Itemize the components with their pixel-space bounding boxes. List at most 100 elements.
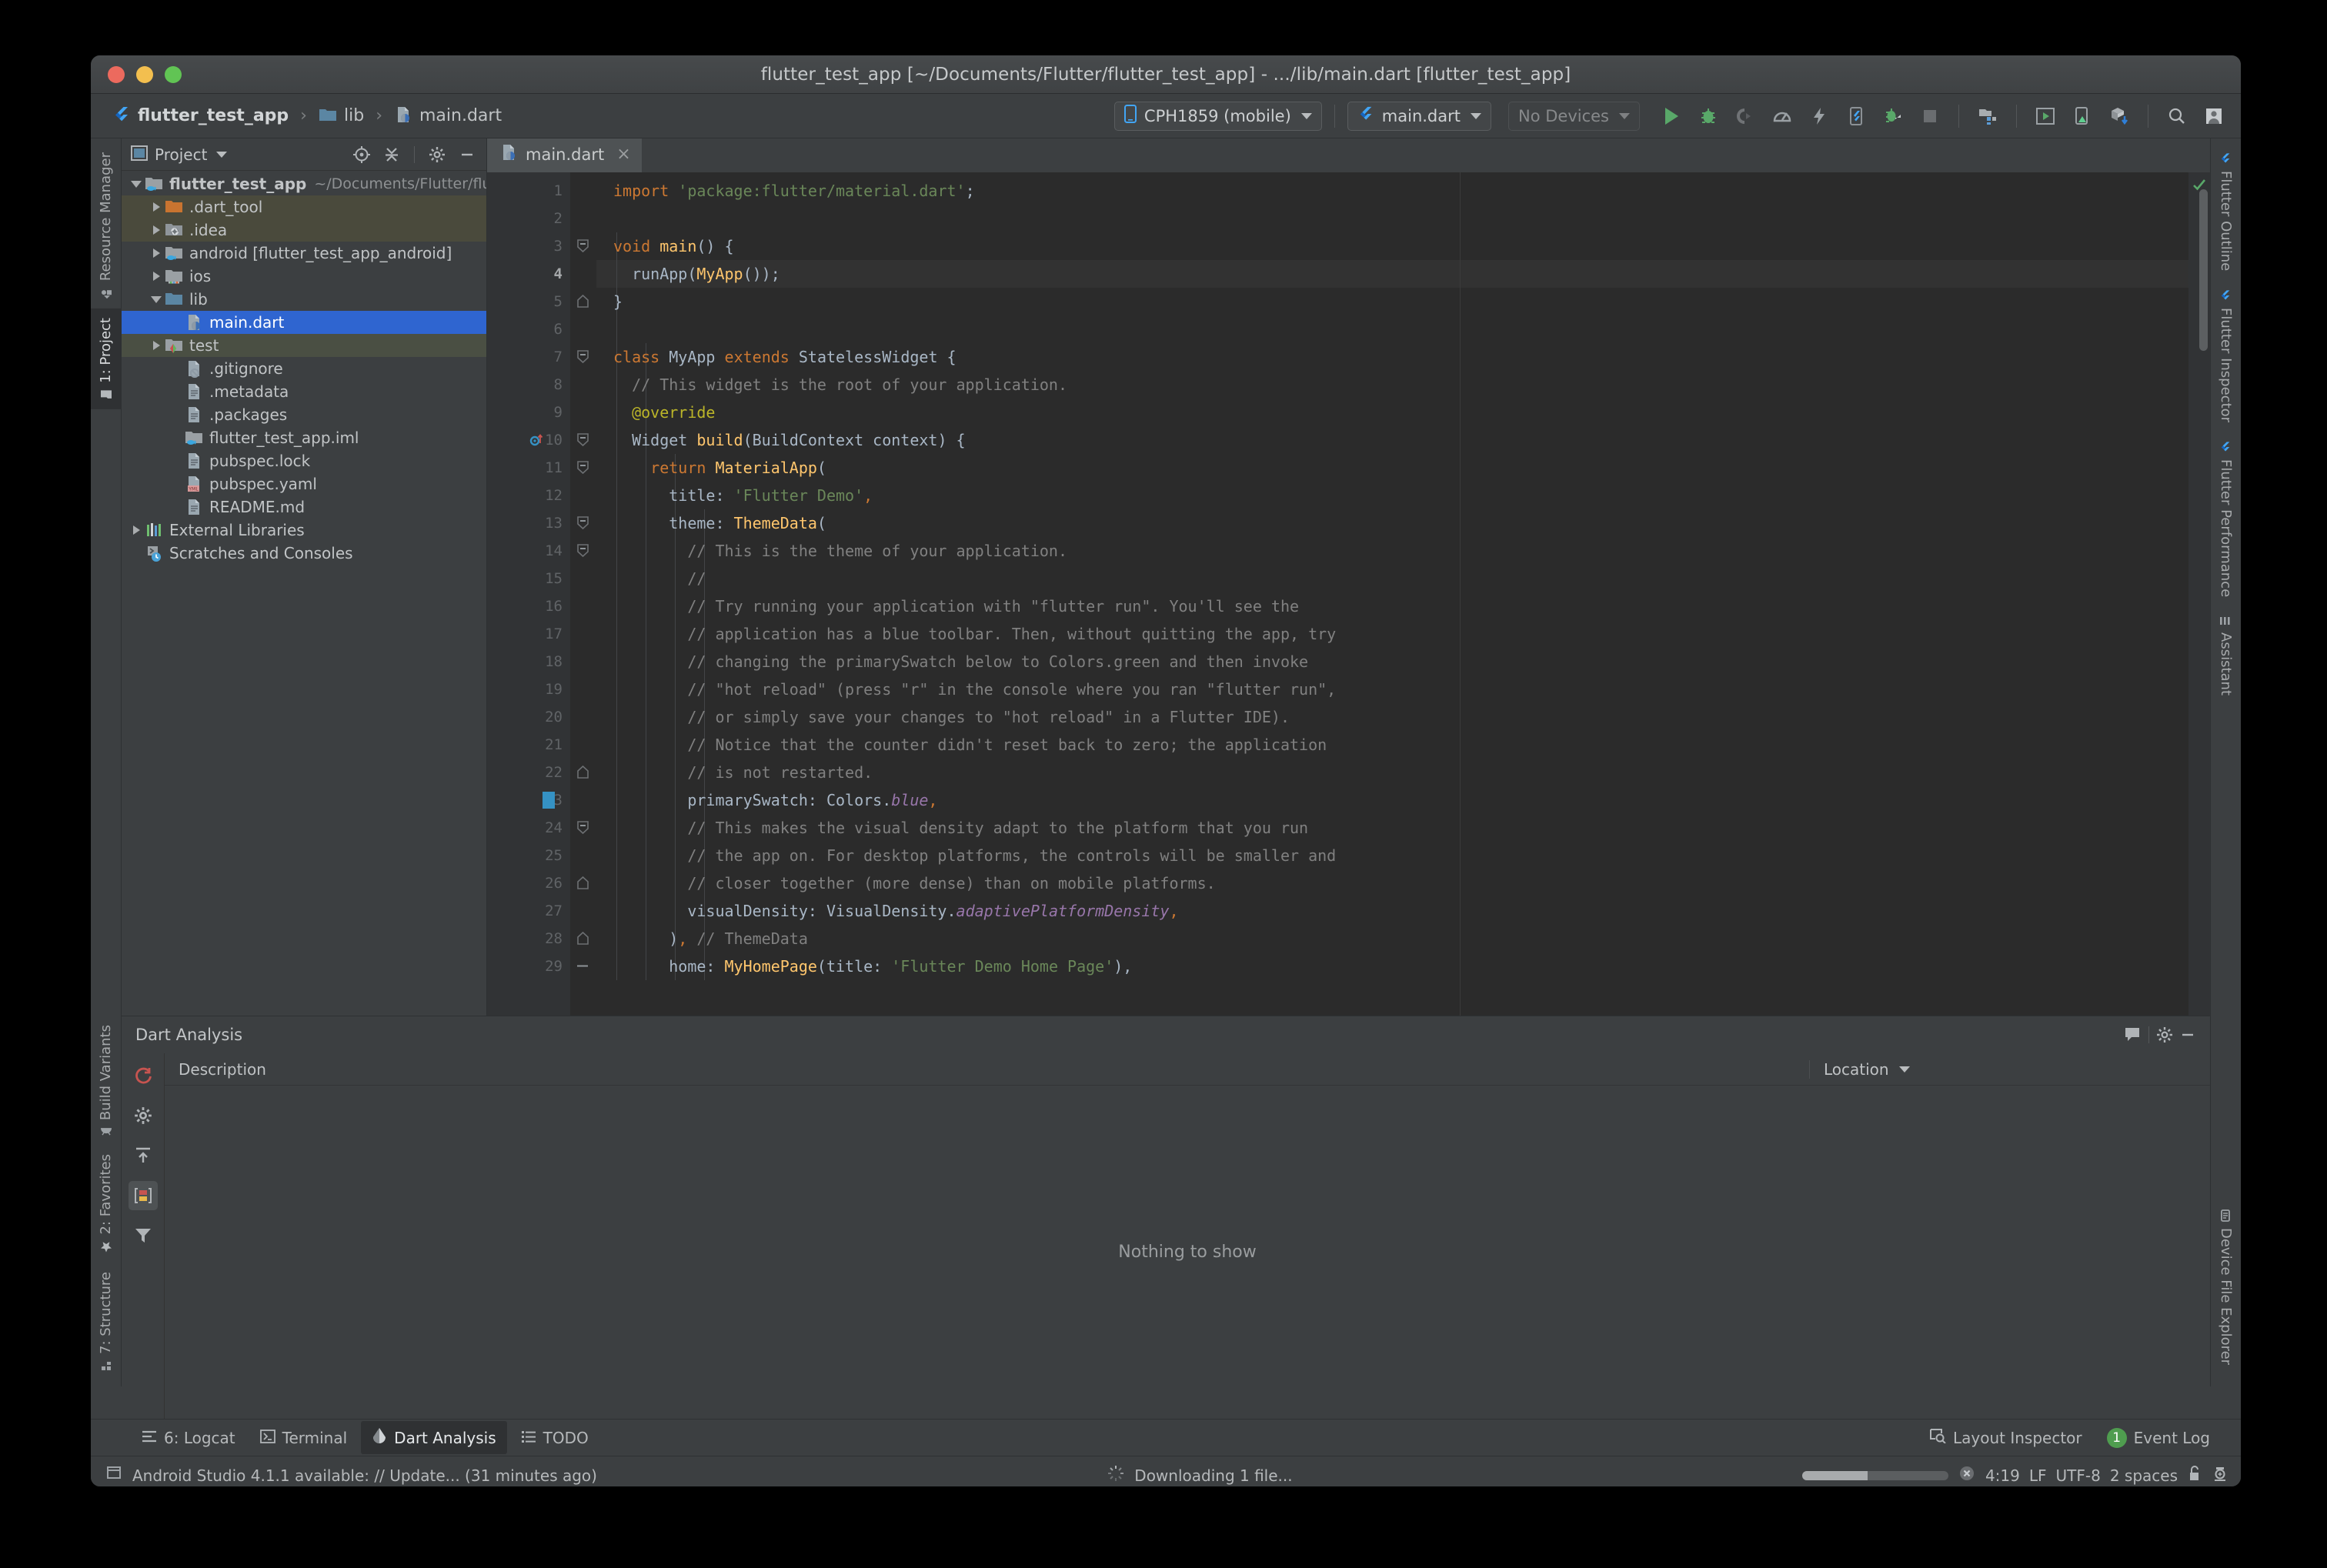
comment-icon[interactable]	[2122, 1023, 2145, 1046]
chevron-down-icon[interactable]	[148, 295, 165, 303]
collapse-all-icon[interactable]	[380, 143, 403, 166]
cancel-progress-icon[interactable]	[1958, 1464, 1976, 1486]
chevron-right-icon[interactable]	[128, 525, 145, 535]
sidebar-item-project[interactable]: 1: Project	[91, 309, 121, 409]
tree-item-pubspec-lock[interactable]: pubspec.lock	[122, 449, 486, 472]
column-header-location[interactable]: Location	[1810, 1060, 2210, 1079]
tool-tab-todo[interactable]: TODO	[510, 1423, 599, 1453]
chevron-right-icon[interactable]	[148, 202, 165, 212]
fold-collapse-icon[interactable]	[576, 239, 589, 253]
fold-collapse-icon[interactable]	[576, 516, 589, 530]
lock-icon[interactable]	[2187, 1464, 2202, 1486]
search-everywhere-button[interactable]	[2161, 100, 2193, 132]
modified-line-marker[interactable]	[543, 792, 555, 809]
device-selector[interactable]: CPH1859 (mobile)	[1113, 101, 1322, 131]
sidebar-item-flutter-outline[interactable]: Flutter Outline	[2212, 143, 2239, 280]
debug-button[interactable]	[1692, 100, 1724, 132]
sidebar-item-resource-manager[interactable]: Resource Manager	[91, 143, 121, 309]
chevron-right-icon[interactable]	[148, 249, 165, 258]
sidebar-item-device-file-explorer[interactable]: Device File Explorer	[2212, 1200, 2239, 1386]
tree-item-flutter-test-app-iml[interactable]: flutter_test_app.iml	[122, 426, 486, 449]
tree-item-test[interactable]: test	[122, 334, 486, 357]
user-account-button[interactable]	[2198, 100, 2230, 132]
line-separator[interactable]: LF	[2029, 1466, 2047, 1485]
tree-item-readme-md[interactable]: README.md	[122, 495, 486, 519]
tree-item-metadata[interactable]: .metadata	[122, 380, 486, 403]
chevron-right-icon[interactable]	[148, 272, 165, 281]
fold-collapse-icon[interactable]	[576, 461, 589, 475]
devices-selector[interactable]: No Devices	[1508, 101, 1640, 131]
hide-panel-icon[interactable]	[456, 143, 479, 166]
sidebar-item-flutter-inspector[interactable]: Flutter Inspector	[2212, 280, 2239, 432]
settings-gear-icon[interactable]	[2153, 1023, 2176, 1046]
fold-collapse-icon[interactable]	[576, 544, 589, 558]
tree-item-dart-tool[interactable]: .dart_tool	[122, 195, 486, 219]
column-header-description[interactable]: Description	[165, 1059, 1810, 1079]
tool-tab-layout-inspector[interactable]: Layout Inspector	[1918, 1422, 2093, 1453]
toggle-severity-icon[interactable]	[128, 1181, 158, 1210]
run-button[interactable]	[1655, 100, 1688, 132]
status-event-icon[interactable]	[106, 1465, 123, 1486]
fold-end-icon[interactable]	[576, 294, 589, 308]
settings-gear-icon[interactable]	[426, 143, 449, 166]
tree-item-main-dart[interactable]: main.dart	[122, 311, 486, 334]
tree-item-flutter-test-app[interactable]: flutter_test_app ~/Documents/Flutter/flut…	[122, 172, 486, 195]
tree-item-gitignore[interactable]: .gitignore	[122, 357, 486, 380]
close-icon[interactable]: ×	[616, 145, 630, 164]
breadcrumb-item-file[interactable]: main.dart	[389, 103, 506, 129]
project-structure-button[interactable]	[1971, 100, 2004, 132]
breadcrumb-item-project[interactable]: flutter_test_app	[108, 103, 293, 129]
sidebar-item-structure[interactable]: 7: Structure	[91, 1263, 121, 1382]
chevron-right-icon[interactable]	[148, 225, 165, 235]
attach-debugger-button[interactable]	[1877, 100, 1909, 132]
run-profile-mode-button[interactable]	[1766, 100, 1798, 132]
breadcrumb-item-lib[interactable]: lib	[314, 104, 369, 128]
expand-icon[interactable]	[129, 1141, 158, 1170]
tool-tab-terminal[interactable]: Terminal	[249, 1423, 359, 1453]
filter-icon[interactable]	[129, 1221, 158, 1250]
fold-collapse-icon[interactable]	[576, 350, 589, 364]
avd-manager-button[interactable]	[2029, 100, 2062, 132]
fold-collapse-icon[interactable]	[576, 433, 589, 447]
inspection-icon[interactable]	[2212, 1464, 2229, 1486]
editor-tab-main-dart[interactable]: main.dart ×	[487, 138, 642, 172]
sidebar-item-flutter-performance[interactable]: Flutter Performance	[2212, 432, 2239, 606]
tree-item-android-flutter-test-app-android[interactable]: android [flutter_test_app_android]	[122, 242, 486, 265]
editor-scrollbar[interactable]	[2199, 189, 2208, 351]
tree-item-external-libraries[interactable]: External Libraries	[122, 519, 486, 542]
tree-item-idea[interactable]: .idea	[122, 219, 486, 242]
override-marker-icon[interactable]	[529, 432, 544, 451]
tree-item-pubspec-yaml[interactable]: YML pubspec.yaml	[122, 472, 486, 495]
tree-item-scratches-and-consoles[interactable]: Scratches and Consoles	[122, 542, 486, 565]
tree-item-lib[interactable]: lib	[122, 288, 486, 311]
sdk-manager-button[interactable]	[2103, 100, 2135, 132]
sidebar-item-favorites[interactable]: 2: Favorites	[91, 1145, 121, 1263]
fold-line-icon[interactable]	[576, 959, 589, 972]
status-message[interactable]: Android Studio 4.1.1 available: // Updat…	[132, 1466, 597, 1485]
profile-button[interactable]	[1729, 100, 1761, 132]
close-window-button[interactable]	[108, 65, 125, 83]
chevron-right-icon[interactable]	[148, 341, 165, 350]
tree-item-ios[interactable]: ios	[122, 265, 486, 288]
sidebar-item-assistant[interactable]: Assistant	[2212, 606, 2239, 705]
chevron-down-icon[interactable]	[216, 151, 228, 158]
device-manager-button[interactable]	[2066, 100, 2098, 132]
indent-setting[interactable]: 2 spaces	[2110, 1466, 2178, 1485]
restart-icon[interactable]	[129, 1061, 158, 1090]
tool-tab-event-log[interactable]: 1 Event Log	[2096, 1422, 2221, 1454]
minimize-icon[interactable]	[2176, 1023, 2199, 1046]
fold-collapse-icon[interactable]	[576, 821, 589, 835]
fold-end-icon[interactable]	[576, 876, 589, 889]
hot-reload-button[interactable]	[1803, 100, 1835, 132]
fold-end-icon[interactable]	[576, 765, 589, 779]
tool-tab-dart-analysis[interactable]: Dart Analysis	[361, 1421, 507, 1454]
file-encoding[interactable]: UTF-8	[2056, 1466, 2101, 1485]
caret-position[interactable]: 4:19	[1985, 1466, 2020, 1485]
stop-button[interactable]	[1914, 100, 1946, 132]
settings-gear-icon[interactable]	[129, 1101, 158, 1130]
open-devtools-button[interactable]	[1840, 100, 1872, 132]
sidebar-item-build-variants[interactable]: Build Variants	[91, 1016, 121, 1145]
maximize-window-button[interactable]	[165, 65, 182, 83]
tool-tab-logcat[interactable]: 6: Logcat	[131, 1423, 246, 1453]
tree-item-packages[interactable]: .packages	[122, 403, 486, 426]
